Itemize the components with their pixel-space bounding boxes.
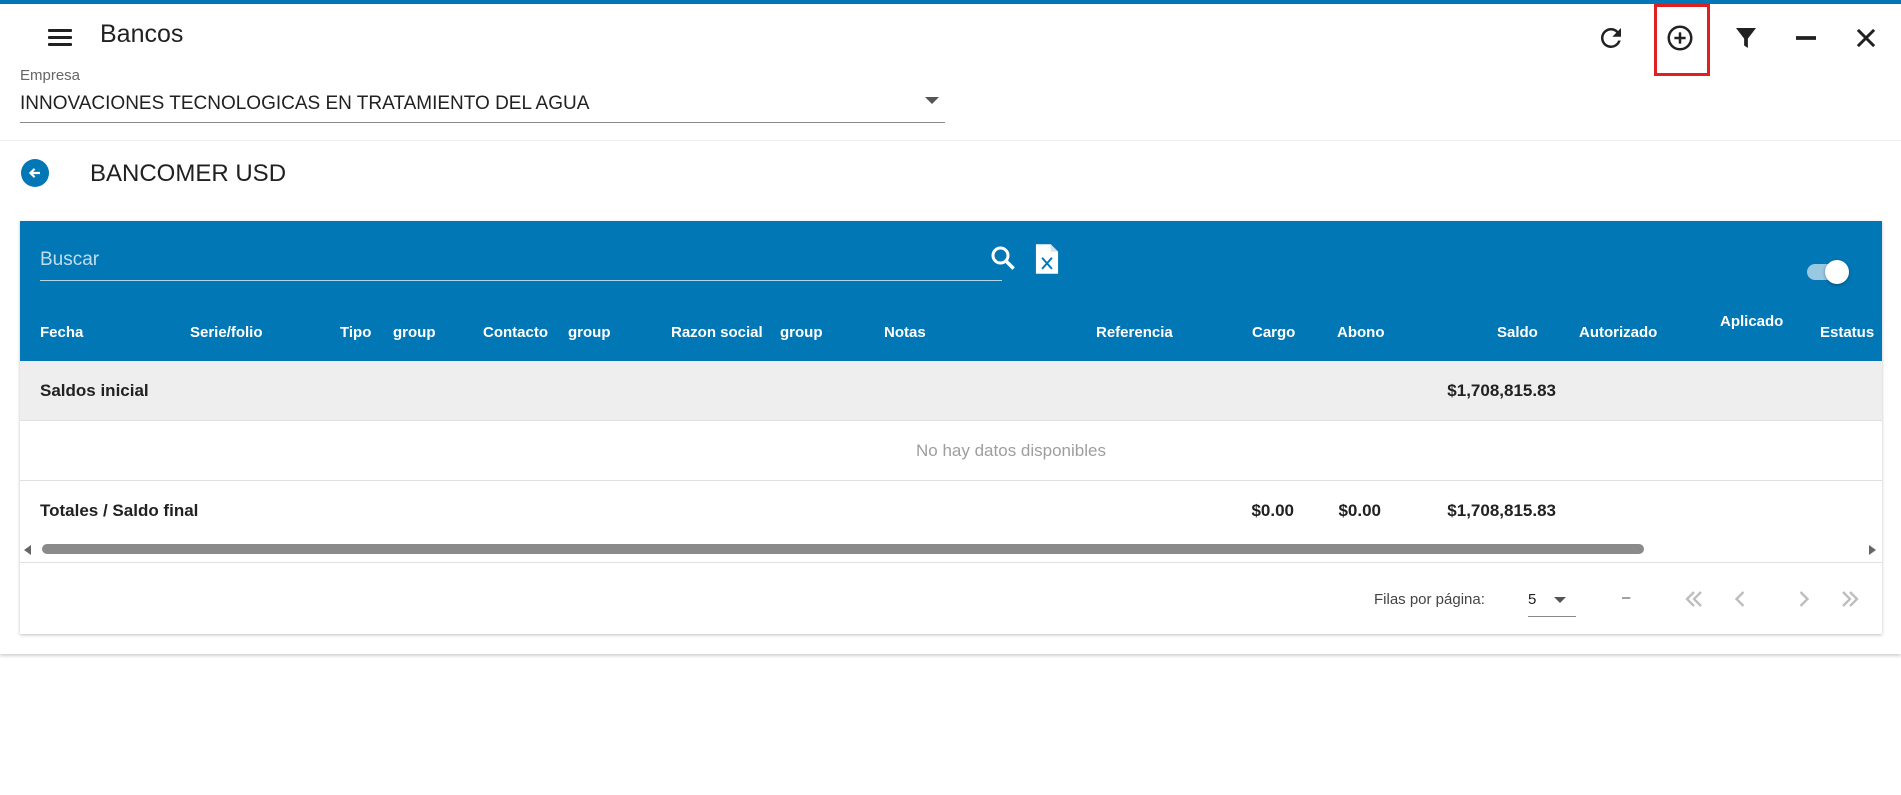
- transactions-table: Fecha Serie/folio Tipo group Contacto gr…: [20, 221, 1882, 634]
- bank-title: BANCOMER USD: [90, 160, 287, 187]
- table-header: Fecha Serie/folio Tipo group Contacto gr…: [20, 221, 1882, 361]
- chevron-down-icon[interactable]: [925, 97, 939, 104]
- search-icon[interactable]: [988, 243, 1018, 273]
- menu-icon[interactable]: [44, 22, 76, 54]
- empresa-value: INNOVACIONES TECNOLOGICAS EN TRATAMIENTO…: [20, 93, 590, 114]
- search-field: [40, 241, 1002, 281]
- table-row-totals: Totales / Saldo final $0.00 $0.00 $1,708…: [20, 481, 1882, 541]
- empresa-select[interactable]: Empresa INNOVACIONES TECNOLOGICAS EN TRA…: [20, 67, 945, 123]
- totals-saldo: $1,708,815.83: [1447, 501, 1556, 520]
- last-page-icon[interactable]: [1836, 585, 1864, 613]
- next-page-icon[interactable]: [1790, 585, 1818, 613]
- column-cargo[interactable]: Cargo: [1252, 324, 1295, 341]
- page-range: –: [1622, 589, 1631, 606]
- divider: [0, 140, 1901, 141]
- highlight-box: [1654, 4, 1710, 76]
- column-saldo[interactable]: Saldo: [1497, 324, 1538, 341]
- totals-abono: $0.00: [1338, 501, 1381, 520]
- column-notas[interactable]: Notas: [884, 324, 926, 341]
- column-tipo[interactable]: Tipo: [340, 324, 371, 341]
- column-razon-social[interactable]: Razon social: [671, 324, 763, 341]
- back-arrow-icon[interactable]: [21, 159, 49, 187]
- scrollbar-thumb[interactable]: [42, 544, 1644, 554]
- totals-cargo: $0.00: [1251, 501, 1294, 520]
- table-row-empty: No hay datos disponibles: [20, 421, 1882, 481]
- totals-label: Totales / Saldo final: [40, 501, 199, 520]
- column-referencia[interactable]: Referencia: [1096, 324, 1173, 341]
- column-fecha[interactable]: Fecha: [40, 324, 83, 341]
- column-razon-social-group[interactable]: group: [780, 324, 823, 341]
- column-autorizado[interactable]: Autorizado: [1579, 324, 1657, 341]
- empty-message: No hay datos disponibles: [916, 441, 1106, 460]
- horizontal-scrollbar[interactable]: [20, 543, 1882, 557]
- rows-per-page-select[interactable]: 5: [1528, 583, 1576, 617]
- column-serie-folio[interactable]: Serie/folio: [190, 324, 263, 341]
- rows-per-page-label: Filas por página:: [1374, 591, 1485, 608]
- column-contacto-group[interactable]: group: [568, 324, 611, 341]
- column-tipo-group[interactable]: group: [393, 324, 436, 341]
- initial-saldo: $1,708,815.83: [1447, 381, 1556, 400]
- app-title: Bancos: [100, 20, 184, 48]
- toggle-knob: [1825, 260, 1849, 284]
- close-icon[interactable]: [1846, 18, 1886, 58]
- column-estatus[interactable]: Estatus: [1820, 324, 1874, 341]
- refresh-icon[interactable]: [1591, 18, 1631, 58]
- empresa-label: Empresa: [20, 67, 81, 84]
- scroll-left-icon[interactable]: [24, 545, 31, 555]
- app-window: Bancos Empresa INNOVACIONES TECNOLOGICAS…: [0, 4, 1901, 654]
- column-abono[interactable]: Abono: [1337, 324, 1384, 341]
- chevron-down-icon: [1554, 597, 1566, 603]
- search-input[interactable]: [40, 245, 940, 275]
- table-row-initial: Saldos inicial $1,708,815.83: [20, 361, 1882, 421]
- view-toggle[interactable]: [1805, 256, 1853, 286]
- filter-icon[interactable]: [1726, 18, 1766, 58]
- rows-per-page-value: 5: [1528, 591, 1537, 608]
- first-page-icon[interactable]: [1680, 585, 1708, 613]
- previous-page-icon[interactable]: [1726, 585, 1754, 613]
- toolbar: Bancos: [0, 4, 1901, 76]
- minimize-icon[interactable]: [1786, 18, 1826, 58]
- scroll-right-icon[interactable]: [1869, 545, 1876, 555]
- pagination: Filas por página: 5 –: [20, 562, 1882, 634]
- excel-export-icon[interactable]: [1034, 243, 1060, 275]
- initial-label: Saldos inicial: [40, 381, 149, 400]
- column-aplicado[interactable]: Aplicado: [1720, 313, 1783, 330]
- column-contacto[interactable]: Contacto: [483, 324, 548, 341]
